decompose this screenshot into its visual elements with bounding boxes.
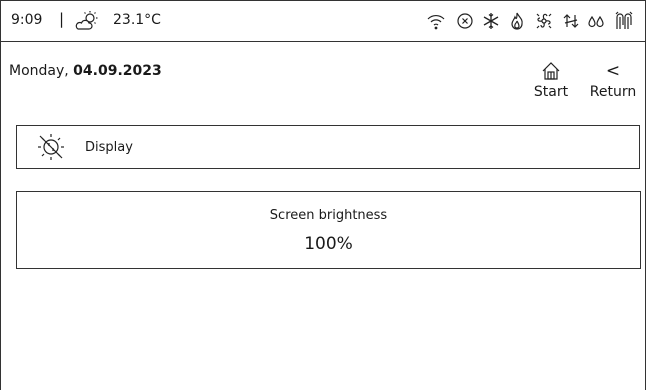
drops-icon (586, 11, 606, 31)
return-label: Return (589, 84, 637, 100)
date-value: 04.09.2023 (73, 63, 162, 79)
arrows-updown-icon (561, 11, 581, 31)
alarm-x-icon (455, 11, 475, 31)
flame-icon (507, 11, 527, 31)
start-button[interactable]: Start (531, 61, 571, 100)
display-label: Display (85, 140, 133, 155)
temperature: 23.1°C (113, 12, 161, 28)
chevron-left-icon: < (605, 61, 621, 81)
partly-sunny-icon (75, 10, 99, 36)
clock-time: 9:09 (11, 12, 43, 28)
screen: 9:09 | 23.1°C Monday, 04.09.2023 Start <… (0, 0, 646, 390)
screen-brightness-panel[interactable]: Screen brightness 100% (16, 191, 641, 269)
fan-icon (534, 11, 554, 31)
snowflake-icon (481, 11, 501, 31)
start-label: Start (533, 84, 569, 100)
status-bar: 9:09 | 23.1°C (1, 1, 645, 42)
home-icon (531, 61, 571, 81)
wifi-icon (426, 11, 446, 31)
brightness-title: Screen brightness (269, 208, 388, 223)
brightness-off-icon (36, 132, 66, 166)
brightness-value: 100% (304, 234, 353, 254)
tubes-icon (613, 11, 635, 31)
date-weekday: Monday, (9, 63, 74, 79)
display-menu-item[interactable]: Display (16, 125, 640, 169)
status-separator: | (59, 10, 65, 28)
current-date: Monday, 04.09.2023 (9, 63, 162, 79)
return-button[interactable]: < Return (585, 61, 641, 100)
